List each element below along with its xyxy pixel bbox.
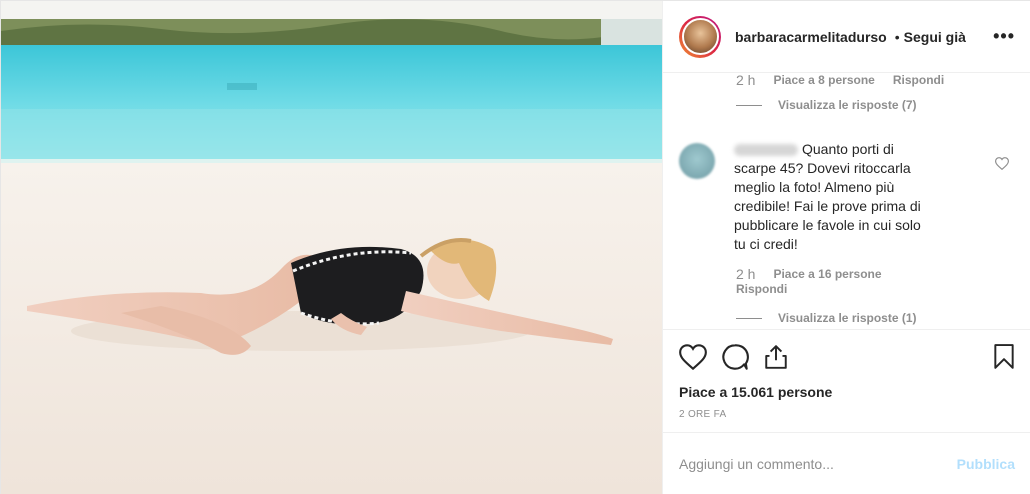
comment-reply-row: Rispondi: [736, 282, 916, 296]
comment-text: Quanto porti di scarpe 45? Dovevi ritocc…: [734, 141, 921, 252]
view-replies-button[interactable]: Visualizza le risposte (7): [736, 98, 1015, 112]
more-options-icon[interactable]: •••: [993, 26, 1015, 47]
replies-divider-line: [736, 317, 762, 319]
previous-comment-meta: 2 h Piace a 8 persone Rispondi: [736, 74, 1015, 88]
comment-icon[interactable]: [721, 343, 749, 371]
post-photo[interactable]: [1, 1, 662, 494]
comment-time[interactable]: 2 h: [736, 266, 755, 282]
comment-item: Quanto porti di scarpe 45? Dovevi ritocc…: [679, 140, 1015, 254]
commenter-username-blurred[interactable]: [734, 144, 798, 157]
comment-likes[interactable]: Piace a 8 persone: [773, 74, 874, 87]
pool-photo-illustration: [1, 1, 662, 494]
author-username[interactable]: barbaracarmelitadurso: [735, 29, 887, 45]
separator-dot: •: [894, 28, 900, 45]
commenter-avatar[interactable]: [679, 143, 715, 179]
comment-like-heart-icon[interactable]: [994, 157, 1010, 175]
comment-body: Quanto porti di scarpe 45? Dovevi ritocc…: [734, 140, 934, 254]
share-icon[interactable]: [763, 344, 789, 370]
action-icons-row: [679, 342, 1015, 372]
post-actions: Piace a 15.061 persone 2 ORE FA: [663, 329, 1030, 420]
instagram-post: barbaracarmelitadurso • Segui già ••• 2 …: [0, 0, 1030, 494]
reply-button[interactable]: Rispondi: [736, 282, 787, 296]
replies-divider-line: [736, 104, 762, 106]
comments-list[interactable]: 2 h Piace a 8 persone Rispondi Visualizz…: [663, 74, 1030, 328]
view-replies-button[interactable]: Visualizza le risposte (1): [736, 311, 1015, 325]
author-avatar[interactable]: [679, 15, 721, 58]
bookmark-icon[interactable]: [993, 344, 1015, 370]
view-replies-label: Visualizza le risposte (7): [778, 98, 917, 112]
reply-button[interactable]: Rispondi: [893, 74, 944, 87]
comment-time[interactable]: 2 h: [736, 74, 755, 88]
post-header: barbaracarmelitadurso • Segui già •••: [663, 1, 1030, 73]
comment-meta-row: 2 h Piace a 16 persone: [736, 266, 916, 282]
post-side-panel: barbaracarmelitadurso • Segui già ••• 2 …: [662, 1, 1030, 494]
heart-icon[interactable]: [679, 344, 707, 370]
post-likes-count[interactable]: Piace a 15.061 persone: [679, 384, 1015, 400]
follow-status-button[interactable]: Segui già: [904, 29, 966, 45]
view-replies-label: Visualizza le risposte (1): [778, 311, 917, 325]
post-date[interactable]: 2 ORE FA: [679, 409, 1015, 420]
avatar-image: [681, 18, 719, 55]
publish-button[interactable]: Pubblica: [957, 456, 1015, 472]
comment-likes[interactable]: Piace a 16 persone: [773, 267, 881, 281]
comment-meta: 2 h Piace a 16 persone Rispondi: [736, 266, 916, 296]
comment-input[interactable]: [679, 456, 957, 472]
add-comment-bar: Pubblica: [663, 432, 1030, 494]
